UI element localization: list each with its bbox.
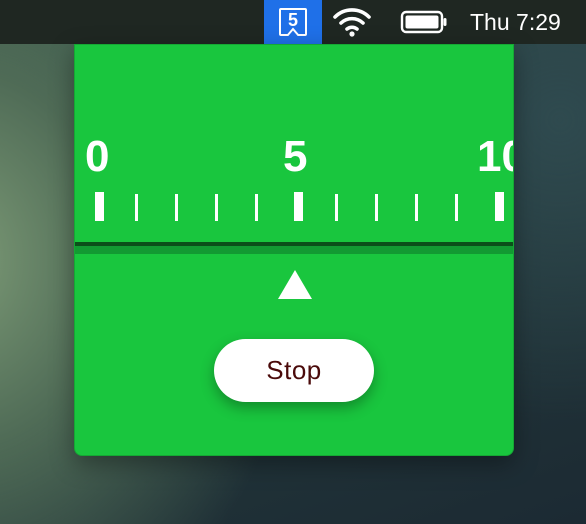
timer-status-item[interactable]: 5	[264, 0, 322, 44]
ruler-tick-minor	[215, 194, 218, 221]
ruler-dial[interactable]: 0 5 10	[75, 45, 513, 245]
ruler-tick-major	[294, 192, 303, 221]
battery-icon	[400, 10, 447, 34]
ruler-tick-minor	[135, 194, 138, 221]
battery-menu[interactable]	[398, 0, 450, 44]
ruler-tick-minor	[335, 194, 338, 221]
timer-ruler-icon: 5	[279, 8, 307, 36]
ruler-tick-major	[95, 192, 104, 221]
ruler-label: 10	[477, 132, 513, 181]
notch-icon	[286, 27, 300, 36]
ruler-tick-minor	[375, 194, 378, 221]
wifi-icon	[333, 8, 371, 37]
stop-button[interactable]: Stop	[214, 339, 374, 402]
ruler-divider	[75, 246, 513, 254]
ruler-tick-minor	[415, 194, 418, 221]
timer-popover: 0 5 10 Stop	[74, 44, 514, 456]
ruler-tick-minor	[175, 194, 178, 221]
ruler-tick-major	[495, 192, 504, 221]
ruler-label: 5	[283, 132, 308, 181]
ruler-tick-minor	[455, 194, 458, 221]
wifi-menu[interactable]	[330, 0, 374, 44]
menu-bar: 5 Thu 7:29	[0, 0, 586, 44]
menubar-clock[interactable]: Thu 7:29	[470, 0, 586, 44]
ruler-tick-minor	[255, 194, 258, 221]
ruler-label: 0	[85, 132, 110, 181]
triangle-up-icon	[278, 270, 312, 299]
